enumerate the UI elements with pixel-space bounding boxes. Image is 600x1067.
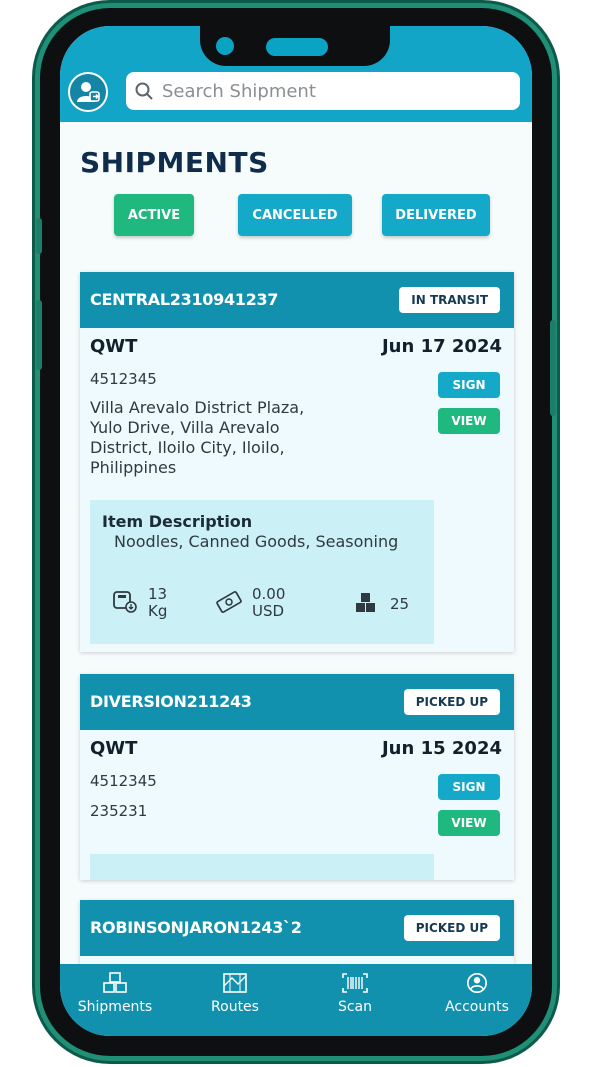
view-button[interactable]: VIEW	[438, 810, 500, 836]
search-icon	[135, 82, 153, 100]
page-title: SHIPMENTS	[80, 146, 269, 179]
nav-label: Routes	[211, 999, 259, 1015]
status-badge: PICKED UP	[403, 689, 500, 715]
shipment-card[interactable]: DIVERSION211243 PICKED UP QWT Jun 15 202…	[80, 674, 514, 880]
shipment-card-header: DIVERSION211243 PICKED UP	[80, 674, 514, 730]
shipments-list: SHIPMENTS ACTIVE CANCELLED DELIVERED CEN…	[60, 122, 532, 972]
bottom-navigation: Shipments Routes Scan Accounts	[60, 964, 532, 1036]
tracking-number: 4512345	[90, 370, 157, 388]
filter-delivered-button[interactable]: DELIVERED	[382, 194, 490, 236]
price-value: 0.00	[252, 585, 286, 603]
user-logout-icon[interactable]	[68, 72, 108, 112]
phone-side-button	[36, 218, 42, 254]
search-placeholder: Search Shipment	[162, 80, 316, 102]
item-description-label: Item Description	[102, 512, 253, 531]
filter-bar: ACTIVE CANCELLED DELIVERED	[60, 194, 532, 238]
item-description-panel	[90, 854, 434, 880]
shipment-date: Jun 15 2024	[381, 738, 502, 759]
shipment-card[interactable]: ROBINSONJARON1243`2 PICKED UP	[80, 900, 514, 972]
camera-icon	[216, 37, 234, 55]
nav-scan[interactable]: Scan	[300, 972, 410, 1015]
map-icon	[223, 973, 247, 993]
shipment-card-header: ROBINSONJARON1243`2 PICKED UP	[80, 900, 514, 956]
shipment-code: CENTRAL2310941237	[90, 290, 279, 309]
carrier-label: QWT	[90, 738, 138, 759]
nav-routes[interactable]: Routes	[180, 972, 290, 1015]
price-unit: USD	[252, 602, 285, 620]
carrier-label: QWT	[90, 336, 138, 357]
shipment-date: Jun 17 2024	[381, 336, 502, 357]
search-input[interactable]: Search Shipment	[126, 72, 520, 110]
weight-scale-icon	[113, 591, 137, 613]
filter-cancelled-button[interactable]: CANCELLED	[238, 194, 352, 236]
nav-label: Shipments	[77, 999, 153, 1015]
nav-shipments[interactable]: Shipments	[60, 972, 170, 1015]
status-badge: PICKED UP	[403, 915, 500, 941]
item-description-text: Noodles, Canned Goods, Seasoning	[114, 532, 399, 551]
barcode-icon	[342, 973, 368, 993]
boxes-icon	[356, 593, 375, 612]
filter-active-button[interactable]: ACTIVE	[114, 194, 194, 236]
nav-label: Scan	[337, 999, 373, 1015]
reference-number: 235231	[90, 802, 148, 820]
phone-side-button	[36, 300, 42, 370]
speaker-icon	[266, 38, 328, 56]
tracking-number: 4512345	[90, 772, 157, 790]
user-circle-icon	[467, 973, 487, 993]
shipment-code: ROBINSONJARON1243`2	[90, 918, 302, 937]
shipment-card[interactable]: CENTRAL2310941237 IN TRANSIT QWT Jun 17 …	[80, 272, 514, 652]
shipment-code: DIVERSION211243	[90, 692, 252, 711]
boxes-icon	[103, 972, 127, 993]
weight-stat: 13 Kg	[148, 586, 167, 620]
price-stat: 0.00 USD	[252, 586, 285, 620]
app-screen: Search Shipment SHIPMENTS ACTIVE CANCELL…	[60, 26, 532, 1036]
weight-unit: Kg	[148, 602, 168, 620]
item-description-panel: Item Description Noodles, Canned Goods, …	[90, 500, 434, 644]
delivery-address: Villa Arevalo District Plaza, Yulo Drive…	[90, 398, 305, 477]
status-badge: IN TRANSIT	[399, 287, 500, 313]
nav-accounts[interactable]: Accounts	[422, 972, 532, 1015]
sign-button[interactable]: SIGN	[438, 372, 500, 398]
nav-label: Accounts	[445, 999, 509, 1015]
view-button[interactable]: VIEW	[438, 408, 500, 434]
weight-value: 13	[148, 585, 168, 603]
shipment-card-header: CENTRAL2310941237 IN TRANSIT	[80, 272, 514, 328]
sign-button[interactable]: SIGN	[438, 774, 500, 800]
phone-notch	[200, 26, 390, 66]
phone-side-button	[550, 320, 556, 416]
quantity-value: 25	[390, 595, 410, 613]
money-icon	[216, 591, 242, 613]
